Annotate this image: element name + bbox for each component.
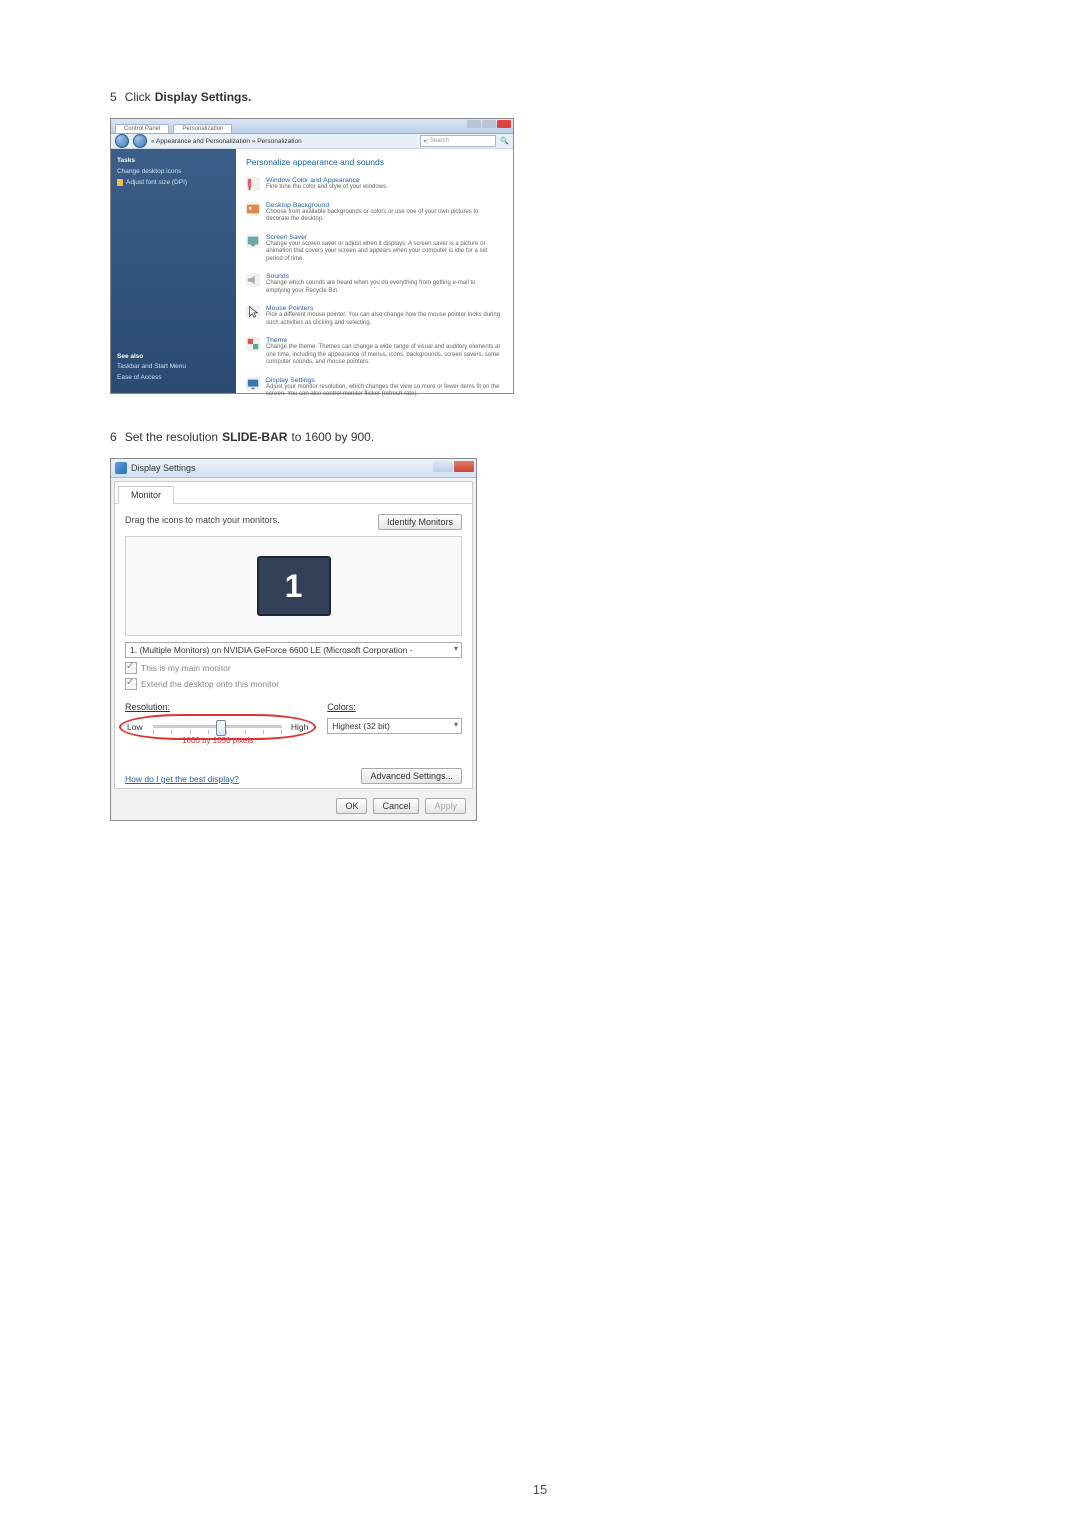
sidebar-link-ease-of-access[interactable]: Ease of Access xyxy=(117,374,230,381)
sidebar-link-font-size[interactable]: Adjust font size (DPI) xyxy=(117,179,230,186)
step-6-number: 6 xyxy=(110,430,117,444)
item-desktop-background: Desktop Background Choose from available… xyxy=(246,202,501,224)
screensaver-icon xyxy=(246,234,260,248)
picture-icon xyxy=(246,202,260,216)
link-mouse-pointers[interactable]: Mouse Pointers xyxy=(266,305,501,312)
sidebar-see-also-heading: See also xyxy=(117,353,230,360)
monitor-icon xyxy=(246,377,260,391)
dialog-button-row: OK Cancel Apply xyxy=(111,792,476,820)
item-theme: Theme Change the theme. Themes can chang… xyxy=(246,337,501,367)
close-button[interactable] xyxy=(497,120,511,128)
desc-theme: Change the theme. Themes can change a wi… xyxy=(266,344,501,367)
shield-icon xyxy=(117,179,123,186)
item-mouse-pointers: Mouse Pointers Pick a different mouse po… xyxy=(246,305,501,327)
search-placeholder: Search xyxy=(430,138,449,144)
checkbox-icon xyxy=(125,678,137,690)
apply-button[interactable]: Apply xyxy=(425,798,466,814)
personalization-window: Control Panel Personalization « Appearan… xyxy=(110,118,514,394)
desc-window-color: Fine tune the color and style of your wi… xyxy=(266,184,501,192)
link-sounds[interactable]: Sounds xyxy=(266,273,501,280)
forward-button[interactable] xyxy=(133,134,147,148)
tab-personalization[interactable]: Personalization xyxy=(173,124,232,133)
step-5-bold: Display Settings. xyxy=(155,90,252,104)
link-theme[interactable]: Theme xyxy=(266,337,501,344)
help-button[interactable] xyxy=(433,461,453,472)
win2-titlebar: Display Settings xyxy=(111,459,476,478)
sidebar-tasks-heading: Tasks xyxy=(117,157,230,164)
link-desktop-background[interactable]: Desktop Background xyxy=(266,202,501,209)
tab-monitor[interactable]: Monitor xyxy=(118,486,174,504)
desc-display-settings: Adjust your monitor resolution, which ch… xyxy=(266,384,501,399)
close-button[interactable] xyxy=(454,461,474,472)
desc-sounds: Change which sounds are heard when you d… xyxy=(266,280,501,295)
step-5-number: 5 xyxy=(110,90,117,104)
display-device-dropdown[interactable]: 1. (Multiple Monitors) on NVIDIA GeForce… xyxy=(125,642,462,658)
page-number: 15 xyxy=(0,1482,1080,1497)
monitor-1[interactable]: 1 xyxy=(257,556,331,616)
item-sounds: Sounds Change which sounds are heard whe… xyxy=(246,273,501,295)
link-display-settings[interactable]: Display Settings xyxy=(266,377,501,384)
tab-control-panel[interactable]: Control Panel xyxy=(115,124,169,133)
win1-addressbar: « Appearance and Personalization » Perso… xyxy=(111,134,513,149)
minimize-button[interactable] xyxy=(467,120,481,128)
desc-desktop-background: Choose from available backgrounds or col… xyxy=(266,209,501,224)
slider-high: High xyxy=(291,722,308,732)
back-button[interactable] xyxy=(115,134,129,148)
drag-instruction: Drag the icons to match your monitors. xyxy=(125,515,280,525)
resolution-readout: 1600 by 1050 pixels xyxy=(125,736,310,745)
desc-mouse-pointers: Pick a different mouse pointer. You can … xyxy=(266,312,501,327)
desc-screen-saver: Change your screen saver or adjust when … xyxy=(266,241,501,264)
item-screen-saver: Screen Saver Change your screen saver or… xyxy=(246,234,501,264)
maximize-button[interactable] xyxy=(482,120,496,128)
win2-title: Display Settings xyxy=(131,463,196,473)
monitor-layout-area[interactable]: 1 xyxy=(125,536,462,636)
search-divider: ▾| xyxy=(423,138,428,145)
display-settings-window: Display Settings Monitor Drag the icons … xyxy=(110,458,477,821)
link-screen-saver[interactable]: Screen Saver xyxy=(266,234,501,241)
item-window-color: Window Color and Appearance Fine tune th… xyxy=(246,177,501,192)
paintbrush-icon xyxy=(246,177,260,191)
step-5-prefix: Click xyxy=(125,90,151,104)
step-5-text: 5 Click Display Settings. xyxy=(110,90,970,104)
checkbox-icon xyxy=(125,662,137,674)
search-icon[interactable]: 🔍 xyxy=(500,137,509,145)
identify-monitors-button[interactable]: Identify Monitors xyxy=(378,514,462,530)
ok-button[interactable]: OK xyxy=(336,798,367,814)
display-icon xyxy=(115,462,127,474)
slider-low: Low xyxy=(127,722,143,732)
theme-icon xyxy=(246,337,260,351)
sidebar-link-taskbar[interactable]: Taskbar and Start Menu xyxy=(117,363,230,370)
colors-label: Colors: xyxy=(327,702,462,712)
link-window-color[interactable]: Window Color and Appearance xyxy=(266,177,501,184)
extend-desktop-checkbox: Extend the desktop onto this monitor xyxy=(125,678,462,690)
cancel-button[interactable]: Cancel xyxy=(373,798,419,814)
pointer-icon xyxy=(246,305,260,319)
main-monitor-checkbox: This is my main monitor xyxy=(125,662,462,674)
advanced-settings-button[interactable]: Advanced Settings... xyxy=(361,768,462,784)
step-6-bold: SLIDE-BAR xyxy=(222,430,287,444)
win1-sidebar: Tasks Change desktop icons Adjust font s… xyxy=(111,149,236,393)
step-6-suffix: to 1600 by 900. xyxy=(291,430,374,444)
help-link[interactable]: How do I get the best display? xyxy=(125,774,239,784)
breadcrumb[interactable]: « Appearance and Personalization » Perso… xyxy=(151,138,416,145)
item-display-settings: Display Settings Adjust your monitor res… xyxy=(246,377,501,399)
sidebar-link-desktop-icons[interactable]: Change desktop icons xyxy=(117,168,230,175)
win1-titlebar: Control Panel Personalization xyxy=(111,119,513,134)
step-6-text: 6 Set the resolution SLIDE-BAR to 1600 b… xyxy=(110,430,970,444)
slider-thumb[interactable] xyxy=(216,720,226,736)
step-6-prefix: Set the resolution xyxy=(125,430,218,444)
personalize-title: Personalize appearance and sounds xyxy=(246,157,501,167)
win1-main: Personalize appearance and sounds Window… xyxy=(236,149,513,393)
colors-dropdown[interactable]: Highest (32 bit) xyxy=(327,718,462,734)
resolution-label: Resolution: xyxy=(125,702,310,712)
resolution-slider[interactable]: Low High 1600 by 1050 pixels xyxy=(125,718,310,742)
search-input[interactable]: ▾| Search xyxy=(420,135,496,147)
speaker-icon xyxy=(246,273,260,287)
